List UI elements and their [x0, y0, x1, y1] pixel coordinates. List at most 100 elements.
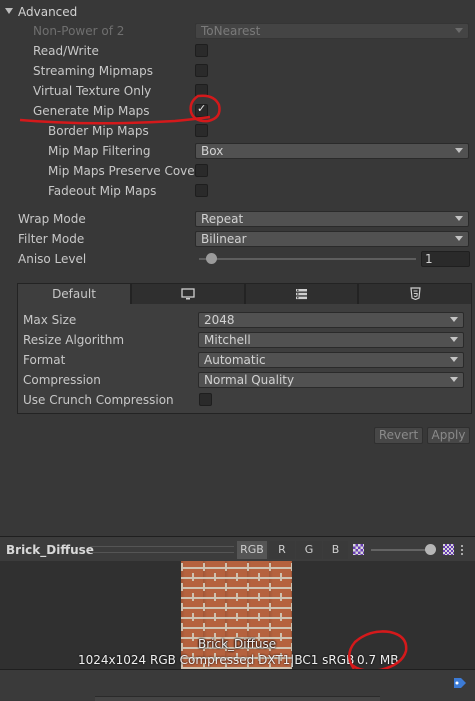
read-write-checkbox[interactable] [195, 44, 208, 57]
channel-rgb-button[interactable]: RGB [237, 541, 267, 559]
mip-slider-thumb[interactable] [425, 544, 436, 555]
brick-joint [181, 583, 183, 591]
brick-joint [225, 603, 227, 611]
chevron-down-icon [450, 337, 458, 342]
brick-joint [214, 613, 216, 621]
brick-joint [258, 593, 260, 601]
streaming-mipmaps-label: Streaming Mipmaps [33, 64, 154, 78]
aniso-level-slider-track[interactable] [199, 258, 416, 260]
brick-joint [291, 603, 292, 611]
brick-joint [269, 603, 271, 611]
chevron-down-icon [450, 357, 458, 362]
brick-joint [291, 623, 292, 631]
max-size-dropdown[interactable]: 2048 [198, 312, 464, 328]
mip-map-filtering-value: Box [201, 144, 224, 158]
alpha-toggle-icon[interactable] [353, 544, 364, 555]
brick-joint [269, 583, 271, 591]
brick-joint [269, 563, 271, 571]
mip-map-filtering-label: Mip Map Filtering [48, 144, 151, 158]
brick-joint [225, 583, 227, 591]
apply-button[interactable]: Apply [427, 427, 470, 444]
tab-webgl[interactable] [358, 283, 472, 304]
resize-algorithm-dropdown[interactable]: Mitchell [198, 332, 464, 348]
preview-drag-handle[interactable] [90, 546, 234, 553]
bottom-scroll-edge [95, 696, 380, 701]
non-power-of-2-dropdown[interactable]: ToNearest [195, 23, 469, 39]
mip-maps-preserve-coverage-checkbox[interactable] [195, 164, 208, 177]
brick-joint [214, 573, 216, 581]
brick-joint [203, 563, 205, 571]
max-size-value: 2048 [204, 313, 235, 327]
brick-joint [291, 563, 292, 571]
brick-joint [192, 573, 194, 581]
brick-joint [258, 613, 260, 621]
compression-value: Normal Quality [204, 373, 295, 387]
compression-dropdown[interactable]: Normal Quality [198, 372, 464, 388]
channel-b-button[interactable]: B [323, 541, 348, 559]
preview-info-text: 1024x1024 RGB Compressed DXT1|BC1 sRGB [78, 653, 355, 667]
channel-g-button[interactable]: G [296, 541, 322, 559]
brick-joint [247, 623, 249, 631]
filter-mode-value: Bilinear [201, 232, 247, 246]
tab-standalone[interactable] [131, 283, 245, 304]
brick-joint [280, 633, 282, 641]
brick-joint [236, 593, 238, 601]
resize-algorithm-value: Mitchell [204, 333, 251, 347]
brick-joint [280, 613, 282, 621]
brick-joint [280, 593, 282, 601]
brick-joint [291, 583, 292, 591]
brick-joint [236, 573, 238, 581]
resize-algorithm-label: Resize Algorithm [23, 333, 125, 347]
brick-joint [269, 623, 271, 631]
brick-joint [203, 623, 205, 631]
tab-default-label: Default [52, 287, 96, 301]
compression-label: Compression [23, 373, 101, 387]
brick-joint [181, 563, 183, 571]
wrap-mode-dropdown[interactable]: Repeat [195, 211, 469, 227]
streaming-mipmaps-checkbox[interactable] [195, 64, 208, 77]
brick-joint [280, 573, 282, 581]
non-power-of-2-label: Non-Power of 2 [33, 24, 125, 38]
brick-joint [247, 603, 249, 611]
tab-server[interactable] [245, 283, 358, 304]
mip-level-icon[interactable] [443, 544, 454, 555]
brick-joint [192, 633, 194, 641]
preview-menu-icon[interactable] [461, 545, 469, 555]
mip-map-filtering-dropdown[interactable]: Box [195, 143, 469, 159]
max-size-label: Max Size [23, 313, 77, 327]
chevron-down-icon [455, 216, 463, 221]
aniso-level-slider-thumb[interactable] [206, 253, 217, 264]
format-label: Format [23, 353, 66, 367]
use-crunch-compression-checkbox[interactable] [199, 393, 212, 406]
read-write-label: Read/Write [33, 44, 99, 58]
chevron-down-icon [455, 148, 463, 153]
wrap-mode-label: Wrap Mode [18, 212, 86, 226]
brick-joint [181, 643, 183, 651]
asset-labels-tag-icon[interactable] [452, 676, 468, 690]
format-dropdown[interactable]: Automatic [198, 352, 464, 368]
filter-mode-dropdown[interactable]: Bilinear [195, 231, 469, 247]
aniso-level-field[interactable]: 1 [421, 251, 470, 267]
monitor-icon [181, 288, 195, 300]
revert-button[interactable]: Revert [374, 427, 423, 444]
brick-joint [291, 643, 292, 651]
html5-icon [409, 287, 421, 301]
brick-joint [247, 563, 249, 571]
fadeout-mip-maps-label: Fadeout Mip Maps [48, 184, 157, 198]
preview-texture-label: Brick_Diffuse [198, 637, 277, 651]
channel-r-button[interactable]: R [269, 541, 295, 559]
tab-default[interactable]: Default [17, 283, 131, 304]
advanced-header[interactable]: Advanced [18, 4, 77, 20]
brick-joint [203, 583, 205, 591]
brick-joint [181, 603, 183, 611]
brick-joint [192, 613, 194, 621]
advanced-foldout-arrow-icon[interactable] [5, 8, 13, 14]
aniso-level-label: Aniso Level [18, 252, 87, 266]
format-value: Automatic [204, 353, 266, 367]
brick-joint [214, 593, 216, 601]
brick-joint [236, 613, 238, 621]
use-crunch-compression-label: Use Crunch Compression [23, 393, 174, 407]
mip-maps-preserve-coverage-label: Mip Maps Preserve Cover [48, 164, 194, 178]
fadeout-mip-maps-checkbox[interactable] [195, 184, 208, 197]
chevron-down-icon [450, 317, 458, 322]
